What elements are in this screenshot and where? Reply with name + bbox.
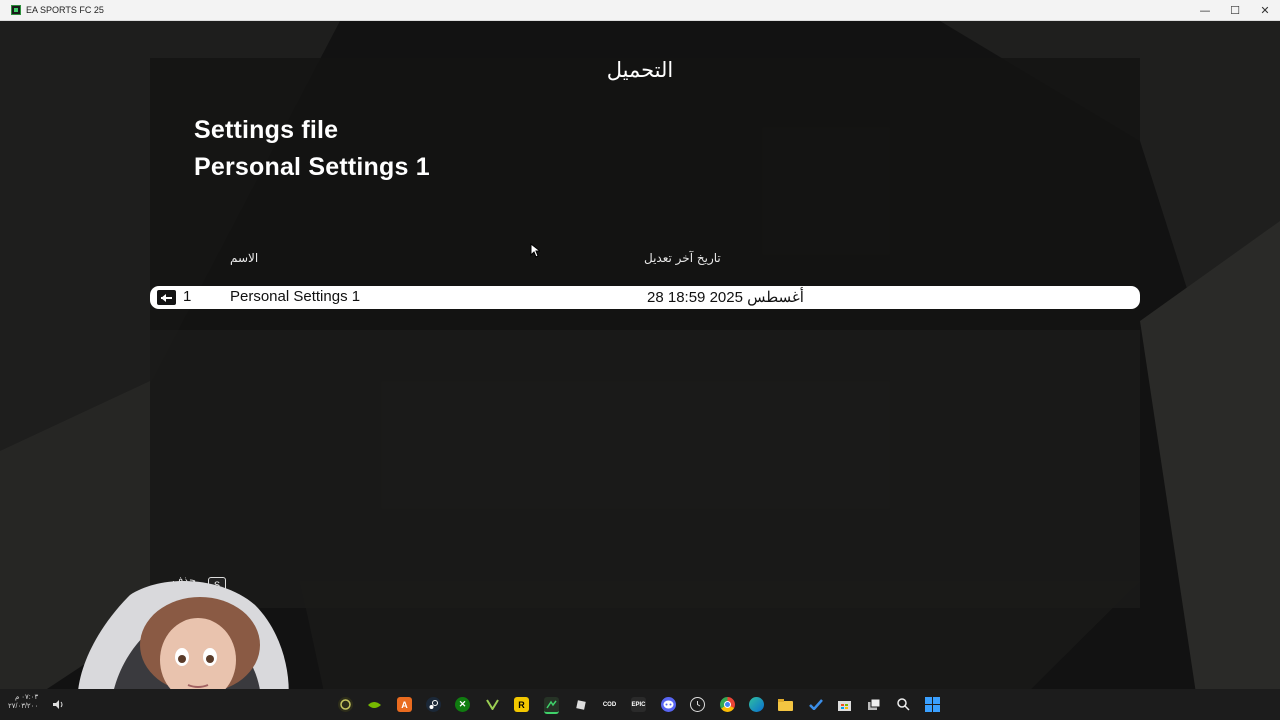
fc25-taskbar-icon[interactable] bbox=[544, 697, 559, 714]
nvidia-icon[interactable] bbox=[367, 697, 382, 712]
discord-icon[interactable] bbox=[661, 697, 676, 712]
xbox-icon[interactable]: ✕ bbox=[455, 697, 470, 712]
taskbar-time: ٠٧:٠٣ م bbox=[14, 694, 39, 701]
minimize-button[interactable]: — bbox=[1190, 0, 1220, 21]
microsoft-store-icon[interactable] bbox=[837, 697, 852, 712]
screen-title: التحميل bbox=[606, 58, 674, 82]
list-area bbox=[150, 330, 1140, 608]
steam-icon[interactable] bbox=[426, 697, 441, 712]
app-v-icon[interactable] bbox=[485, 697, 500, 712]
taskbar-date: ٢٧/٠٣/٢٠٠ bbox=[8, 703, 39, 710]
row-file-name: Personal Settings 1 bbox=[230, 288, 361, 305]
settings-file-heading: Settings file bbox=[194, 116, 339, 144]
row-modified-date: 28 أغسطس 2025 18:59 bbox=[647, 289, 804, 306]
row-number: 1 bbox=[183, 288, 192, 305]
window-controls: — ☐ ✕ bbox=[1190, 0, 1280, 21]
file-explorer-icon[interactable] bbox=[778, 697, 793, 712]
window-title: EA SPORTS FC 25 bbox=[26, 5, 104, 15]
windows-start-icon[interactable] bbox=[925, 697, 940, 712]
task-view-icon[interactable] bbox=[866, 697, 881, 712]
epic-games-icon[interactable]: EPIC bbox=[631, 697, 646, 712]
fc25-app-icon bbox=[11, 5, 21, 15]
taskbar-app-icon-1[interactable] bbox=[338, 697, 353, 712]
chrome-icon[interactable] bbox=[720, 697, 735, 712]
search-icon[interactable] bbox=[896, 697, 911, 712]
taskbar-clock[interactable]: ٠٧:٠٣ م ٢٧/٠٣/٢٠٠ bbox=[8, 693, 38, 711]
volume-icon[interactable] bbox=[52, 699, 64, 710]
maximize-button[interactable]: ☐ bbox=[1220, 0, 1250, 21]
enter-key-icon bbox=[157, 290, 176, 305]
window-titlebar: EA SPORTS FC 25 — ☐ ✕ bbox=[0, 0, 1280, 21]
todo-check-icon[interactable] bbox=[808, 697, 823, 712]
app-cube-icon[interactable] bbox=[573, 697, 588, 712]
close-button[interactable]: ✕ bbox=[1250, 0, 1280, 21]
call-of-duty-icon[interactable]: COD bbox=[602, 697, 617, 712]
rockstar-icon[interactable]: R bbox=[514, 697, 529, 712]
app-a-icon[interactable]: A bbox=[397, 697, 412, 712]
column-header-modified: تاريخ آخر تعديل bbox=[644, 251, 721, 265]
clock-app-icon[interactable] bbox=[690, 697, 705, 712]
mouse-cursor-icon bbox=[530, 243, 540, 258]
edge-icon[interactable] bbox=[749, 697, 764, 712]
settings-name-heading: Personal Settings 1 bbox=[194, 153, 430, 181]
settings-file-row[interactable]: 1 Personal Settings 1 28 أغسطس 2025 18:5… bbox=[150, 286, 1140, 309]
column-header-name: الاسم bbox=[230, 251, 259, 265]
